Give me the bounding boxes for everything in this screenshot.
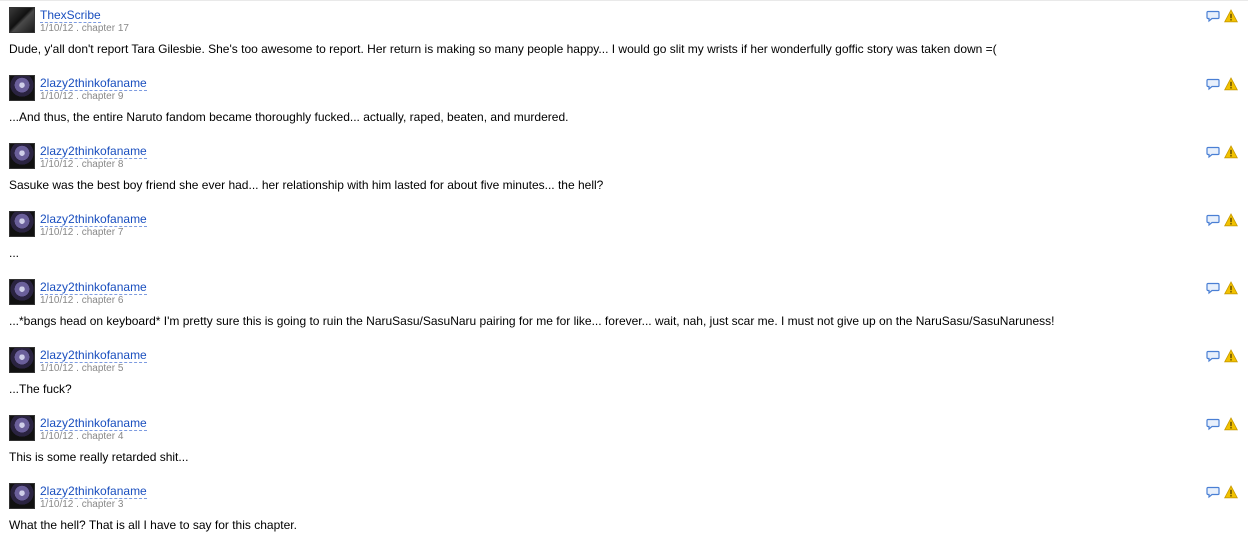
avatar[interactable] bbox=[9, 143, 35, 169]
reply-icon[interactable] bbox=[1206, 145, 1220, 159]
review-author-link[interactable]: 2lazy2thinkofaname bbox=[40, 416, 147, 431]
avatar[interactable] bbox=[9, 279, 35, 305]
avatar[interactable] bbox=[9, 483, 35, 509]
review-meta: 1/10/12 . chapter 9 bbox=[40, 91, 124, 102]
review-item: 2lazy2thinkofaname 1/10/12 . chapter 3 W… bbox=[0, 479, 1248, 547]
review-actions bbox=[1206, 9, 1238, 23]
reply-icon[interactable] bbox=[1206, 281, 1220, 295]
report-warning-icon[interactable] bbox=[1224, 485, 1238, 499]
review-text: ...*bangs head on keyboard* I'm pretty s… bbox=[9, 314, 1055, 328]
review-text: ... bbox=[9, 246, 20, 260]
review-author-link[interactable]: 2lazy2thinkofaname bbox=[40, 484, 147, 499]
review-meta: 1/10/12 . chapter 3 bbox=[40, 499, 124, 510]
review-actions bbox=[1206, 145, 1238, 159]
reply-icon[interactable] bbox=[1206, 349, 1220, 363]
review-meta: 1/10/12 . chapter 7 bbox=[40, 227, 124, 238]
review-actions bbox=[1206, 349, 1238, 363]
reply-icon[interactable] bbox=[1206, 77, 1220, 91]
review-author-link[interactable]: ThexScribe bbox=[40, 8, 101, 23]
review-text: Dude, y'all don't report Tara Gilesbie. … bbox=[9, 42, 997, 56]
review-actions bbox=[1206, 213, 1238, 227]
reply-icon[interactable] bbox=[1206, 485, 1220, 499]
review-meta: 1/10/12 . chapter 5 bbox=[40, 363, 124, 374]
review-item: 2lazy2thinkofaname 1/10/12 . chapter 4 T… bbox=[0, 411, 1248, 479]
review-meta: 1/10/12 . chapter 17 bbox=[40, 23, 129, 34]
review-author-link[interactable]: 2lazy2thinkofaname bbox=[40, 348, 147, 363]
reply-icon[interactable] bbox=[1206, 9, 1220, 23]
review-author-link[interactable]: 2lazy2thinkofaname bbox=[40, 212, 147, 227]
avatar[interactable] bbox=[9, 415, 35, 441]
review-author-link[interactable]: 2lazy2thinkofaname bbox=[40, 76, 147, 91]
avatar[interactable] bbox=[9, 347, 35, 373]
review-text: This is some really retarded shit... bbox=[9, 450, 189, 464]
report-warning-icon[interactable] bbox=[1224, 349, 1238, 363]
review-text: ...The fuck? bbox=[9, 382, 72, 396]
review-item: 2lazy2thinkofaname 1/10/12 . chapter 8 S… bbox=[0, 139, 1248, 207]
review-item: 2lazy2thinkofaname 1/10/12 . chapter 6 .… bbox=[0, 275, 1248, 343]
avatar[interactable] bbox=[9, 75, 35, 101]
review-text: ...And thus, the entire Naruto fandom be… bbox=[9, 110, 569, 124]
report-warning-icon[interactable] bbox=[1224, 417, 1238, 431]
review-author-link[interactable]: 2lazy2thinkofaname bbox=[40, 144, 147, 159]
report-warning-icon[interactable] bbox=[1224, 9, 1238, 23]
review-actions bbox=[1206, 417, 1238, 431]
avatar[interactable] bbox=[9, 7, 35, 33]
review-item: 2lazy2thinkofaname 1/10/12 . chapter 5 .… bbox=[0, 343, 1248, 411]
review-actions bbox=[1206, 77, 1238, 91]
report-warning-icon[interactable] bbox=[1224, 281, 1238, 295]
report-warning-icon[interactable] bbox=[1224, 77, 1238, 91]
review-meta: 1/10/12 . chapter 4 bbox=[40, 431, 124, 442]
review-actions bbox=[1206, 485, 1238, 499]
report-warning-icon[interactable] bbox=[1224, 145, 1238, 159]
reply-icon[interactable] bbox=[1206, 417, 1220, 431]
avatar[interactable] bbox=[9, 211, 35, 237]
review-meta: 1/10/12 . chapter 6 bbox=[40, 295, 124, 306]
reply-icon[interactable] bbox=[1206, 213, 1220, 227]
review-item: ThexScribe 1/10/12 . chapter 17 Dude, y'… bbox=[0, 3, 1248, 71]
review-text: What the hell? That is all I have to say… bbox=[9, 518, 297, 532]
report-warning-icon[interactable] bbox=[1224, 213, 1238, 227]
top-divider bbox=[0, 0, 1248, 1]
review-author-link[interactable]: 2lazy2thinkofaname bbox=[40, 280, 147, 295]
review-item: 2lazy2thinkofaname 1/10/12 . chapter 7 .… bbox=[0, 207, 1248, 275]
review-meta: 1/10/12 . chapter 8 bbox=[40, 159, 124, 170]
review-actions bbox=[1206, 281, 1238, 295]
review-item: 2lazy2thinkofaname 1/10/12 . chapter 9 .… bbox=[0, 71, 1248, 139]
review-text: Sasuke was the best boy friend she ever … bbox=[9, 178, 604, 192]
